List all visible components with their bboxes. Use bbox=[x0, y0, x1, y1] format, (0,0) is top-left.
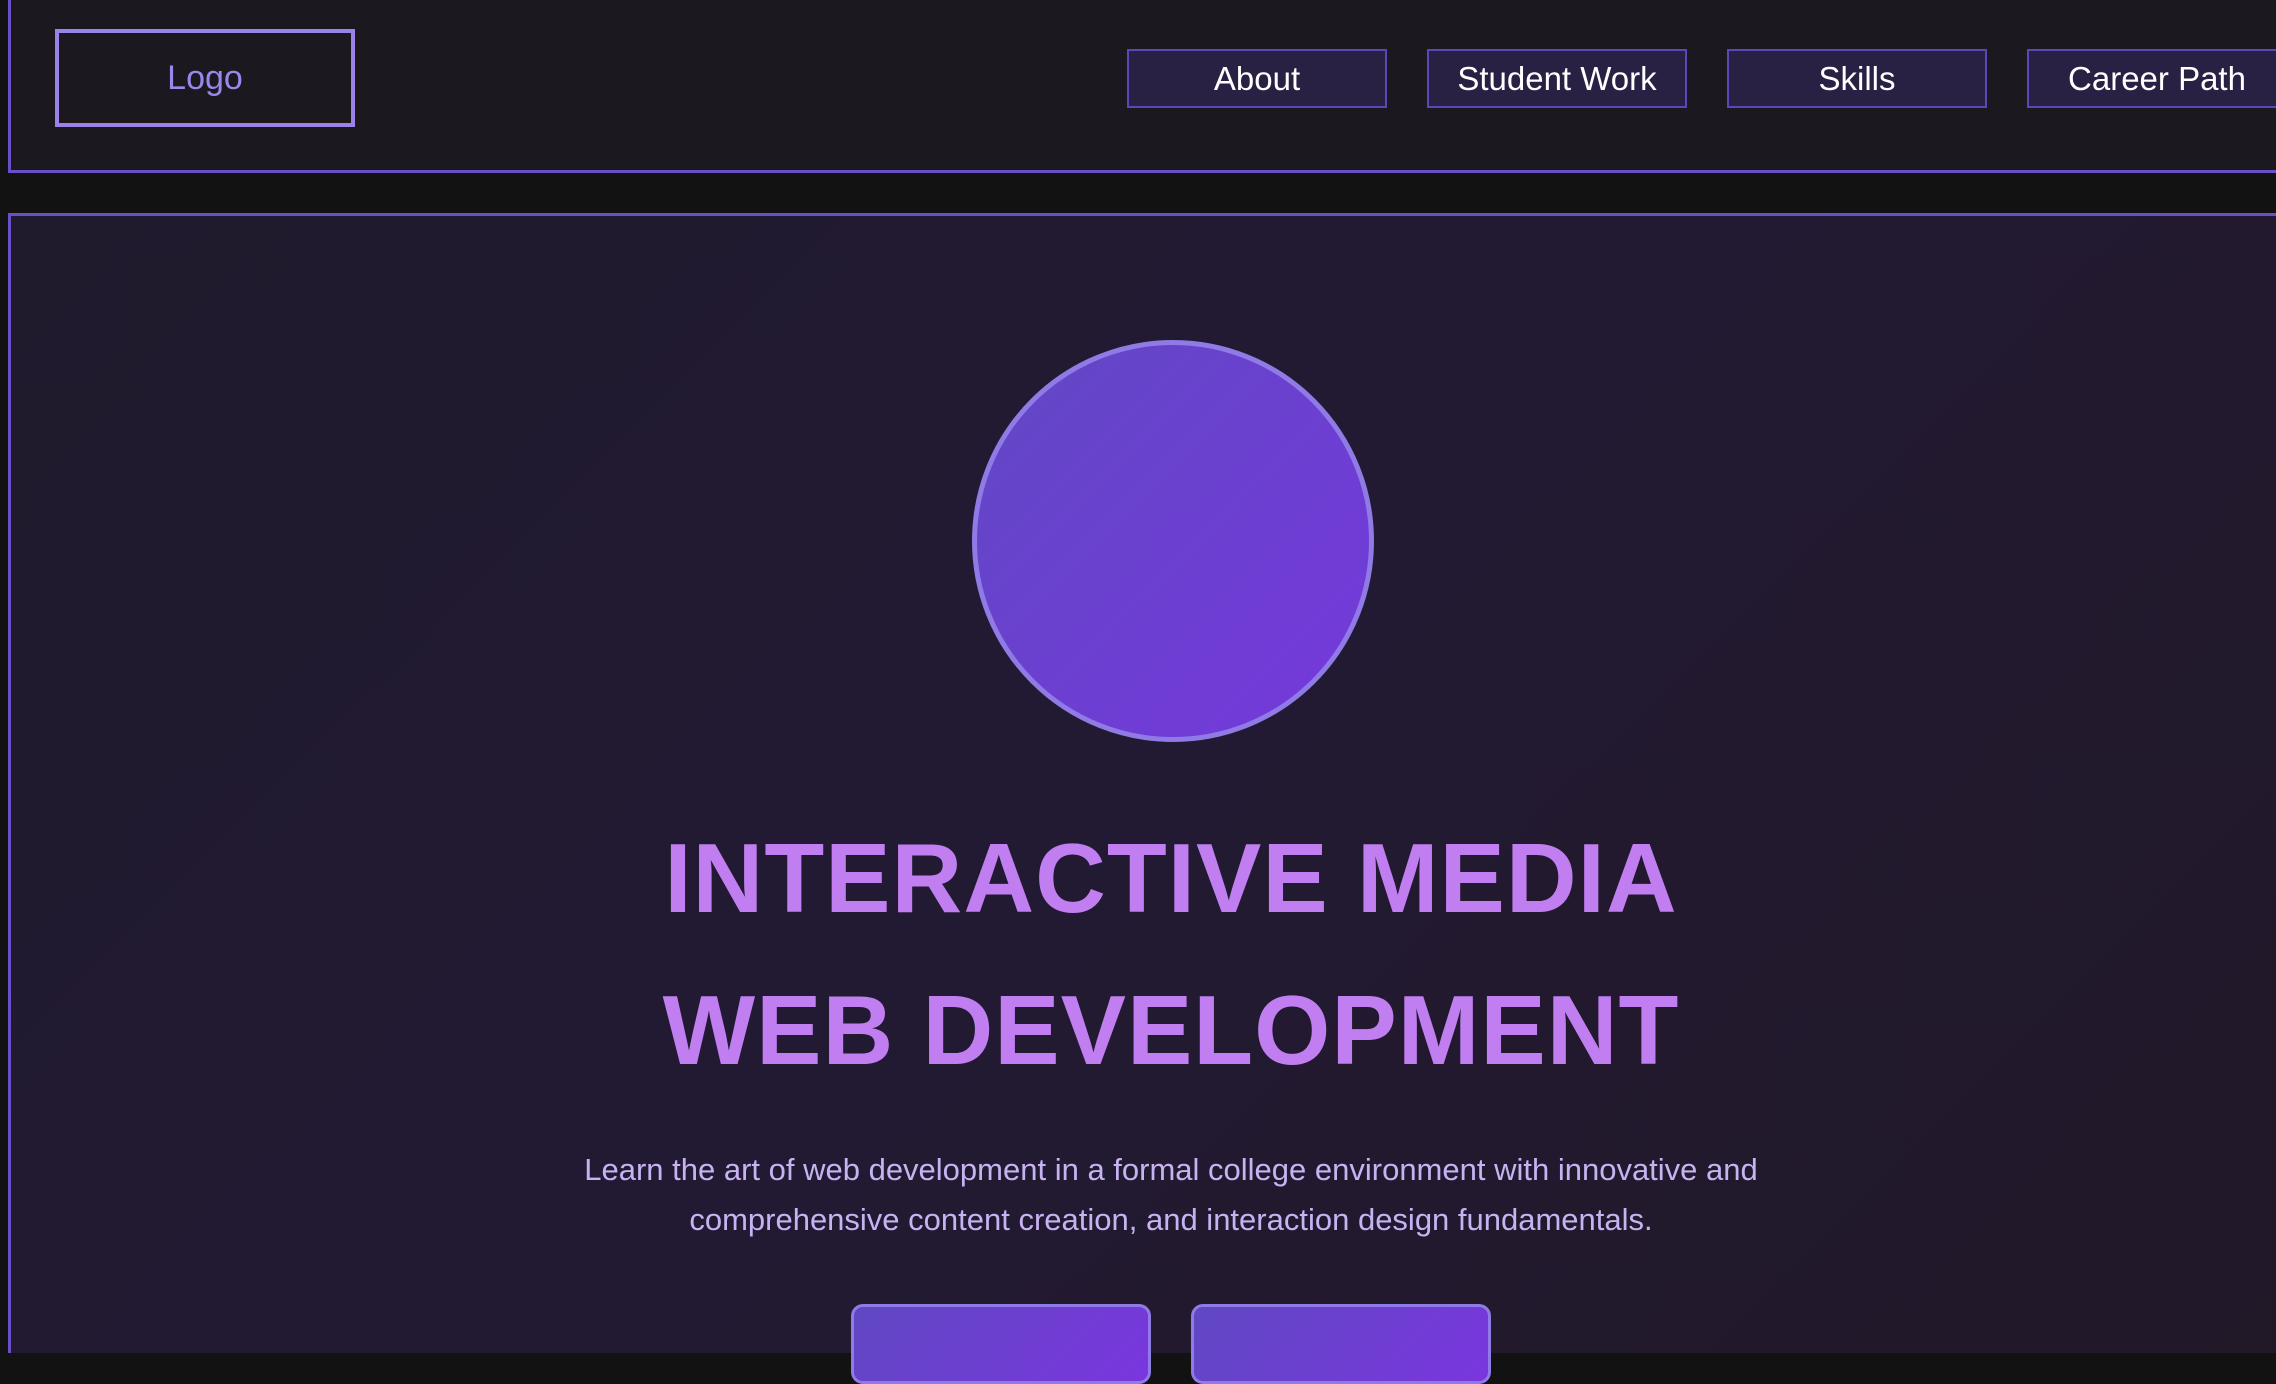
nav-item-about[interactable]: About bbox=[1127, 49, 1387, 108]
nav-item-skills[interactable]: Skills bbox=[1727, 49, 1987, 108]
hero-avatar bbox=[972, 340, 1374, 742]
hero-title-line-1: INTERACTIVE MEDIA bbox=[664, 823, 1678, 933]
logo-label: Logo bbox=[167, 58, 243, 97]
nav-item-label: Skills bbox=[1818, 59, 1896, 97]
nav-item-career-path[interactable]: Career Path bbox=[2027, 49, 2276, 108]
nav-item-label: Career Path bbox=[2068, 59, 2246, 97]
hero-section: INTERACTIVE MEDIA WEB DEVELOPMENT Learn … bbox=[8, 213, 2276, 1384]
nav-item-label: About bbox=[1213, 59, 1301, 97]
hero-subtitle: Learn the art of web development in a fo… bbox=[584, 1152, 1758, 1237]
primary-cta-button[interactable] bbox=[851, 1304, 1151, 1384]
nav-item-student-work[interactable]: Student Work bbox=[1427, 49, 1687, 108]
logo[interactable]: Logo bbox=[55, 29, 355, 127]
hero-title-line-2: WEB DEVELOPMENT bbox=[662, 975, 1680, 1085]
nav-item-label: Student Work bbox=[1457, 59, 1657, 97]
site-header: Logo About Student Work Skills Career Pa… bbox=[8, 0, 2276, 173]
secondary-cta-button[interactable] bbox=[1191, 1304, 1491, 1384]
